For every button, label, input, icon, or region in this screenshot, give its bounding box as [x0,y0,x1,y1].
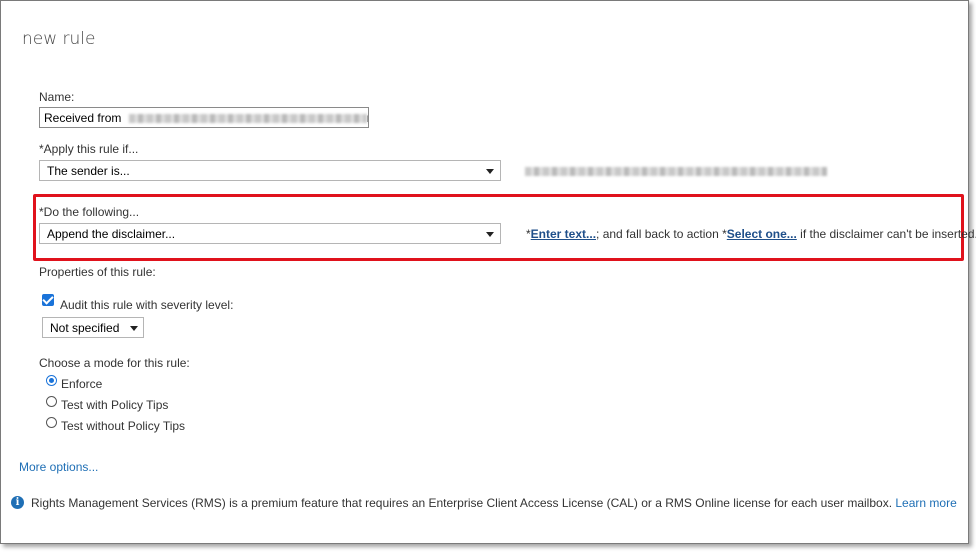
dialog-title: new rule [22,29,96,49]
action-details: *Enter text...; and fall back to action … [526,227,976,241]
rms-notice-text: Rights Management Services (RMS) is a pr… [31,496,893,510]
audit-checkbox[interactable] [42,294,54,306]
rms-notice: Rights Management Services (RMS) is a pr… [31,496,957,510]
properties-label: Properties of this rule: [39,265,156,279]
do-following-label: *Do the following... [39,205,140,219]
enforce-radio[interactable] [46,375,57,386]
learn-more-link[interactable]: Learn more [895,496,956,510]
redacted-text [128,114,367,124]
select-one-link[interactable]: Select one... [727,227,797,241]
more-options-link[interactable]: More options... [19,460,98,474]
audit-label: Audit this rule with severity level: [60,298,234,312]
chevron-down-icon [486,232,494,237]
test-without-tips-radio[interactable] [46,417,57,428]
chevron-down-icon [130,326,138,331]
name-value: Received from [44,111,122,125]
apply-rule-label: *Apply this rule if... [39,142,139,156]
test-with-tips-label: Test with Policy Tips [61,398,169,412]
mode-label: Choose a mode for this rule: [39,356,190,370]
name-input[interactable]: Received from r [39,107,369,128]
enter-text-link[interactable]: Enter text... [531,227,596,241]
action-selected: Append the disclaimer... [47,227,176,241]
apply-rule-selected: The sender is... [47,164,130,178]
enforce-label: Enforce [61,377,103,391]
test-without-tips-label: Test without Policy Tips [61,419,186,433]
apply-rule-dropdown[interactable]: The sender is... [39,160,501,181]
redacted-sender [525,167,827,176]
severity-selected: Not specified [50,321,120,335]
chevron-down-icon [486,169,494,174]
fallback-text: ; and fall back to action * [596,227,727,241]
action-dropdown[interactable]: Append the disclaimer... [39,223,501,244]
test-with-tips-radio[interactable] [46,396,57,407]
info-icon: i [11,496,24,509]
name-label: Name: [39,90,75,104]
severity-dropdown[interactable]: Not specified [42,317,144,338]
disclaimer-suffix: if the disclaimer can't be inserted. [796,227,976,241]
new-rule-dialog: new rule Name: Received from r *Apply th… [0,0,976,544]
